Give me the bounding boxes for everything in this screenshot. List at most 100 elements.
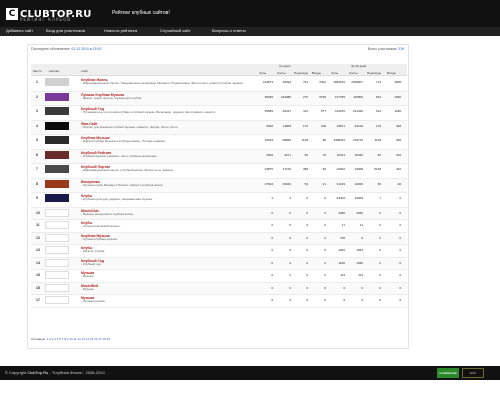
- nav-faq[interactable]: Вопросы и ответы: [212, 28, 246, 33]
- site-banner[interactable]: [45, 283, 69, 292]
- stat-cell: 16519: [264, 138, 273, 142]
- stat-cell: 0: [306, 235, 308, 240]
- nav-random-site[interactable]: Случайный сайт: [160, 28, 191, 33]
- stat-cell: 0: [379, 260, 381, 265]
- stat-cell: 0: [306, 248, 308, 252]
- header-col[interactable]: Входы: [312, 71, 321, 75]
- site-banner[interactable]: [45, 107, 69, 115]
- stat-cell: 0: [399, 260, 401, 265]
- stat-cell: 270: [302, 94, 308, 99]
- stat-cell: 0: [271, 210, 273, 215]
- header-col[interactable]: Переходы: [294, 71, 308, 75]
- stat-cell: 32311: [336, 152, 345, 157]
- stat-cell: 0: [343, 285, 345, 290]
- table-row: 2 Лучшая Клубная Музыка - Миксы, треки, dj…: [31, 91, 407, 106]
- stat-cell: 1596: [394, 94, 401, 99]
- header-col[interactable]: Хиты: [331, 71, 338, 75]
- stat-cell: 0: [361, 285, 363, 290]
- header-col[interactable]: Хосты: [349, 71, 358, 75]
- header-col[interactable]: Переходы: [367, 71, 381, 75]
- stat-cell: 0: [306, 223, 308, 227]
- stat-cell: 2346807: [351, 80, 363, 84]
- stat-cell: 95065: [264, 94, 273, 99]
- stat-cell: 398: [302, 167, 308, 171]
- stat-cell: 4: [271, 196, 273, 200]
- stat-cell: 0: [289, 285, 291, 290]
- stat-cell: 0: [379, 248, 381, 252]
- stat-cell: 0: [306, 298, 308, 302]
- stat-cell: 713: [375, 80, 381, 84]
- site-banner[interactable]: [45, 271, 69, 279]
- stat-cell: 11808: [282, 123, 291, 128]
- site-banner[interactable]: [45, 165, 69, 173]
- site-banner[interactable]: [45, 78, 69, 86]
- table-row: 9 Клубы - Клубная культура, диджеи, танцев…: [31, 193, 407, 208]
- table-row: 10 MusicClub - Музыка, вечеринки и клубная…: [31, 207, 407, 220]
- site-banner[interactable]: [45, 136, 69, 144]
- stat-cell: 0: [399, 235, 401, 240]
- row-rank: 6: [36, 152, 38, 157]
- site-description: - Клубный гид.: [81, 262, 102, 266]
- site-description: - Информационный портал. Танцевальные ве…: [81, 82, 244, 85]
- stat-cell: 0: [324, 196, 326, 200]
- site-description: - Лучшая клубная музыка.: [81, 237, 118, 241]
- header-col[interactable]: Входы: [387, 71, 396, 75]
- site-banner[interactable]: [45, 296, 69, 304]
- table-header: Место Кнопка Сайт Сегодня За 30 дней Хит…: [31, 64, 407, 76]
- stat-cell: 0: [271, 298, 273, 302]
- copyright-site-link[interactable]: ClubTop.Ru: [27, 370, 48, 375]
- stat-cell: 4008: [394, 80, 401, 84]
- stat-cell: 27604: [264, 181, 273, 186]
- site-banner[interactable]: [45, 221, 69, 229]
- stat-cell: 813: [375, 94, 381, 99]
- header-col[interactable]: Хосты: [277, 71, 286, 75]
- stat-cell: 0: [271, 223, 273, 227]
- stat-cell: 0: [324, 235, 326, 240]
- stat-cell: 338: [395, 138, 401, 142]
- stat-cell: 53: [304, 181, 308, 186]
- stat-cell: 40227: [282, 109, 291, 113]
- header-col[interactable]: Хиты: [259, 71, 266, 75]
- stat-cell: 440: [395, 167, 401, 171]
- nav-member-login[interactable]: Вход для участников: [46, 28, 85, 33]
- nav-rating-news[interactable]: Новости рейтинга: [104, 28, 137, 33]
- stat-cell: 0: [399, 273, 401, 277]
- stat-cell: 2660: [356, 210, 363, 215]
- site-description: - Музыка, вечеринки и клубная жизнь.: [81, 212, 135, 216]
- site-banner[interactable]: [45, 150, 69, 159]
- stat-cell: 0: [306, 273, 308, 277]
- stat-cell: 1834970: [333, 80, 345, 84]
- table-row: 15 Музыка - Музыка. 0 0 0 0 113 113 0 0: [31, 270, 407, 283]
- site-banner[interactable]: [45, 208, 69, 217]
- site-banner[interactable]: [45, 121, 69, 130]
- stat-cell: 0: [379, 235, 381, 240]
- nav-add-site[interactable]: Добавить сайт: [6, 28, 33, 33]
- site-banner[interactable]: [45, 194, 69, 202]
- stat-cell: 0: [306, 260, 308, 265]
- counter-badge[interactable]: LiveInternet: [437, 368, 459, 378]
- stat-cell: 0: [271, 248, 273, 252]
- stat-cell: 0: [379, 298, 381, 302]
- stat-cell: 1148: [374, 138, 381, 142]
- site-banner[interactable]: [45, 179, 69, 188]
- stat-cell: 0: [324, 273, 326, 277]
- stat-cell: 08846: [282, 138, 291, 142]
- validator-badge[interactable]: W3C: [462, 368, 484, 378]
- stat-cell: 30: [397, 181, 401, 186]
- stat-cell: 0: [271, 273, 273, 277]
- stat-cell: 7: [379, 196, 381, 200]
- stat-cell: 60: [304, 152, 308, 157]
- site-description: - Портал для фанатов клубной музыки. Нов…: [81, 125, 179, 129]
- site-banner[interactable]: [45, 258, 69, 267]
- site-banner[interactable]: [45, 246, 69, 254]
- row-rank: 2: [36, 94, 38, 99]
- page-links[interactable]: 1 2 3 4 5 6 7 8 9 10 11 12 13 14 15 16 1…: [47, 337, 110, 341]
- stat-cell: 32219: [354, 123, 363, 128]
- stat-cell: 315: [395, 152, 401, 157]
- logo-mark-icon: C: [6, 8, 18, 20]
- row-rank: 8: [36, 181, 38, 186]
- site-banner[interactable]: [45, 233, 69, 242]
- site-banner[interactable]: [45, 92, 69, 101]
- row-rank: 12: [36, 235, 40, 240]
- stat-cell: 90: [322, 167, 326, 171]
